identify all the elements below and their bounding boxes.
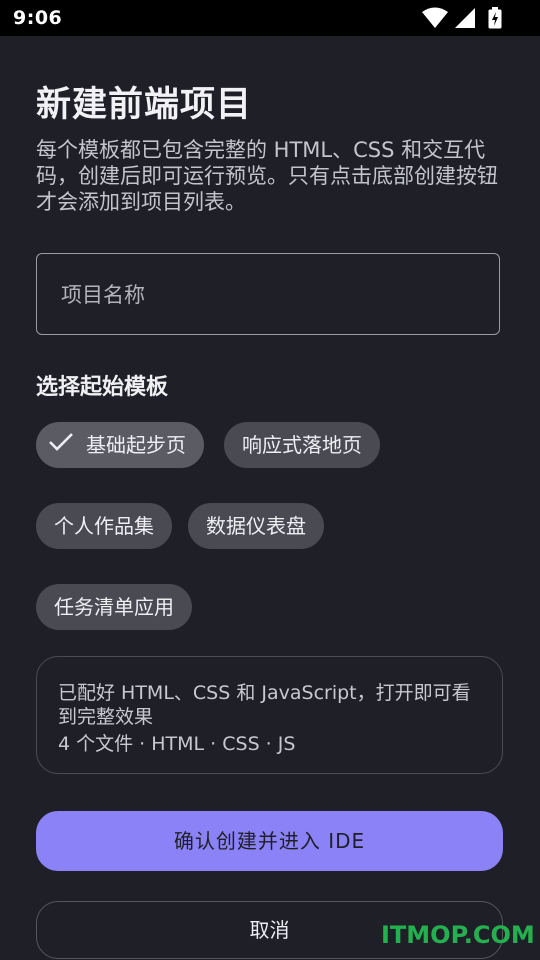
status-bar: 9:06 [0,0,540,36]
battery-charging-icon [488,7,502,29]
template-info-files: 4 个文件 · HTML · CSS · JS [58,733,296,755]
project-name-field[interactable] [36,253,500,336]
template-chip-dashboard[interactable]: 数据仪表盘 [188,503,324,549]
page-description: 每个模板都已包含完整的 HTML、CSS 和交互代码，创建后即可运行预览。只有点… [36,138,498,214]
template-info-description: 已配好 HTML、CSS 和 JavaScript，打开即可看到完整效果 [58,682,471,728]
template-chip-portfolio[interactable]: 个人作品集 [36,503,172,549]
watermark-logo: ITMOP.COM [381,921,535,949]
template-chip-label: 响应式落地页 [242,433,362,457]
template-chip-todo[interactable]: 任务清单应用 [36,584,192,630]
template-chip-label: 数据仪表盘 [206,514,306,538]
confirm-create-button[interactable]: 确认创建并进入 IDE [36,811,503,871]
template-chip-landing[interactable]: 响应式落地页 [224,422,380,468]
template-info-card: 已配好 HTML、CSS 和 JavaScript，打开即可看到完整效果 4 个… [36,656,503,774]
template-chip-label: 任务清单应用 [54,595,174,619]
wifi-icon [422,7,448,28]
template-section-label: 选择起始模板 [36,375,169,400]
template-chip-basic[interactable]: 基础起步页 [36,422,204,468]
check-icon [48,422,74,468]
status-time: 9:06 [13,7,63,29]
template-chip-label: 个人作品集 [54,514,154,538]
cellular-signal-icon [455,8,475,28]
page-title: 新建前端项目 [36,85,253,125]
template-chip-label: 基础起步页 [86,433,186,457]
project-name-input[interactable] [59,254,483,336]
